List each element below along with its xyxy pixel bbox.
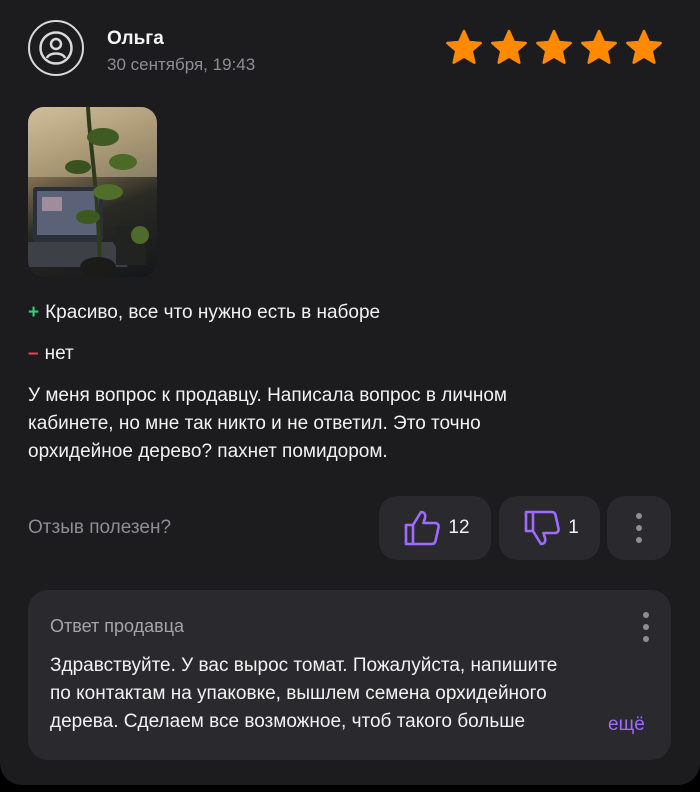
star-icon: [626, 29, 662, 64]
seller-reply-line: Здравствуйте. У вас вырос томат. Пожалуй…: [50, 655, 558, 676]
star-icon: [446, 29, 482, 64]
user-icon: [39, 31, 73, 65]
author-name: Ольга: [107, 28, 164, 49]
review-card: Ольга 30 сентября, 19:43 + Красиво, все ч…: [0, 0, 700, 785]
rating-stars: [444, 28, 664, 68]
more-vertical-icon: [643, 612, 649, 642]
seller-reply-more-button[interactable]: [643, 612, 649, 642]
useful-label: Отзыв полезен?: [28, 517, 172, 538]
review-date: 30 сентября, 19:43: [107, 55, 256, 74]
more-vertical-icon: [636, 513, 642, 543]
avatar[interactable]: [28, 20, 84, 76]
seller-reply-title: Ответ продавца: [50, 616, 185, 636]
cons-text: нет: [44, 343, 74, 364]
star-icon: [581, 29, 617, 64]
review-text-line: орхидейное дерево? пахнет помидором.: [28, 441, 388, 462]
seller-reply-line: по контактам на упаковке, вышлем семена …: [50, 683, 547, 704]
thumbs-up-icon: [405, 510, 441, 546]
seller-reply-text: Здравствуйте. У вас вырос томат. Пожалуй…: [50, 652, 650, 736]
review-text-line: кабинете, но мне так никто и не ответил.…: [28, 413, 481, 434]
star-icon: [491, 29, 527, 64]
review-more-button[interactable]: [607, 496, 671, 560]
expand-link[interactable]: ещё: [608, 714, 645, 736]
pros-text: Красиво, все что нужно есть в наборе: [45, 302, 381, 323]
dislike-count: 1: [568, 517, 579, 538]
dislike-button[interactable]: 1: [499, 496, 600, 560]
plus-sign: +: [28, 302, 40, 323]
photo-image: [28, 107, 157, 277]
review-text: У меня вопрос к продавцу. Написала вопро…: [28, 382, 588, 466]
like-button[interactable]: 12: [379, 496, 491, 560]
thumbs-down-icon: [524, 510, 561, 546]
review-cons: – нет: [28, 343, 74, 365]
seller-reply: Ответ продавца Здравствуйте. У вас вырос…: [28, 590, 671, 760]
review-pros: + Красиво, все что нужно есть в наборе: [28, 302, 380, 324]
like-count: 12: [448, 517, 470, 538]
review-text-line: У меня вопрос к продавцу. Написала вопро…: [28, 385, 507, 406]
seller-reply-line: дерева. Сделаем все возможное, чтоб тако…: [50, 711, 526, 732]
review-photo[interactable]: [28, 107, 157, 277]
minus-sign: –: [28, 343, 39, 364]
star-icon: [536, 29, 572, 64]
